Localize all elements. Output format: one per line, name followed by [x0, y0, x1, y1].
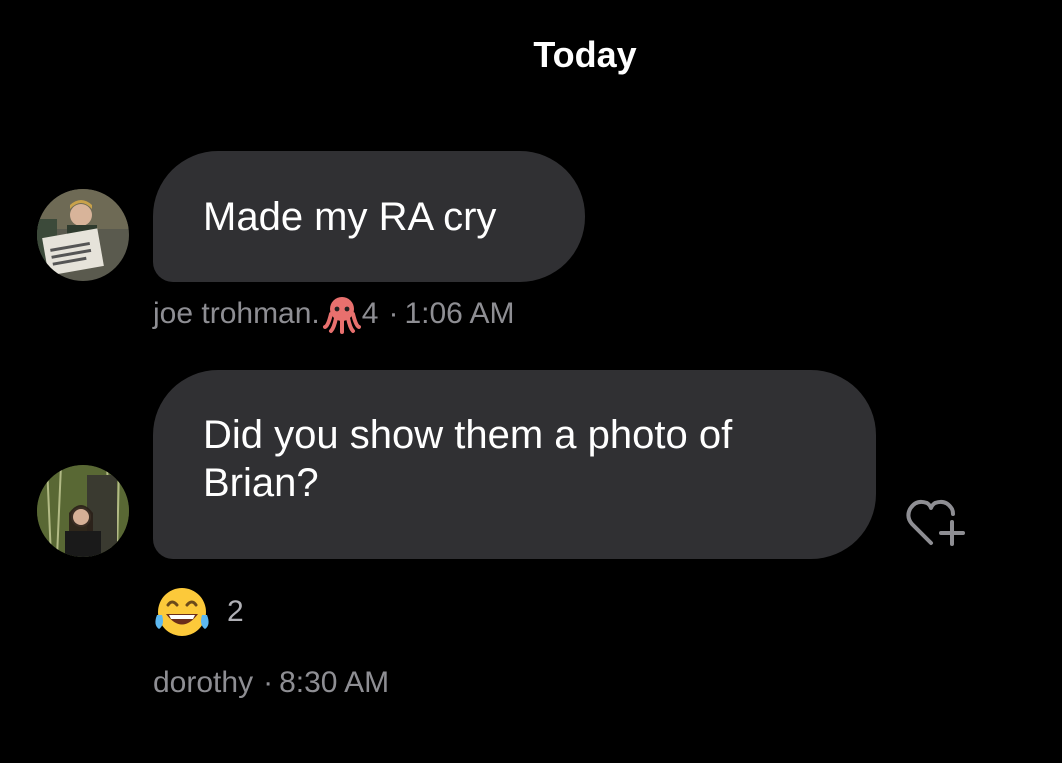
message-bubble[interactable]: Made my RA cry — [153, 151, 585, 282]
avatar-image — [37, 465, 129, 557]
separator-dot: · — [388, 297, 399, 330]
message-meta: joe trohman. 4 · 1:06 AM — [153, 294, 515, 334]
octopus-icon — [322, 297, 361, 334]
message-text-line: Did you show them a photo of — [203, 413, 733, 457]
avatar-image — [37, 189, 129, 281]
message-meta: dorothy · 8:30 AM — [153, 666, 389, 700]
separator-dot: · — [263, 666, 274, 699]
message-bubble[interactable]: Did you show them a photo of Brian? — [153, 370, 876, 559]
sender-badge-count: 4 — [361, 297, 379, 330]
heart-add-icon[interactable] — [905, 497, 967, 549]
sender-name[interactable]: joe trohman. — [153, 297, 320, 331]
avatar[interactable] — [37, 189, 129, 281]
reaction-pill[interactable]: 2 — [153, 585, 244, 639]
sender-name[interactable]: dorothy — [153, 666, 253, 700]
laughing-tears-icon — [155, 588, 209, 636]
avatar[interactable] — [37, 465, 129, 557]
reaction-count: 2 — [227, 595, 244, 628]
message-text-line: Brian? — [203, 461, 319, 505]
message-time: 8:30 AM — [279, 666, 390, 699]
message-text: Made my RA cry — [203, 195, 497, 239]
date-header: Today — [533, 34, 637, 75]
message-time: 1:06 AM — [404, 297, 515, 330]
